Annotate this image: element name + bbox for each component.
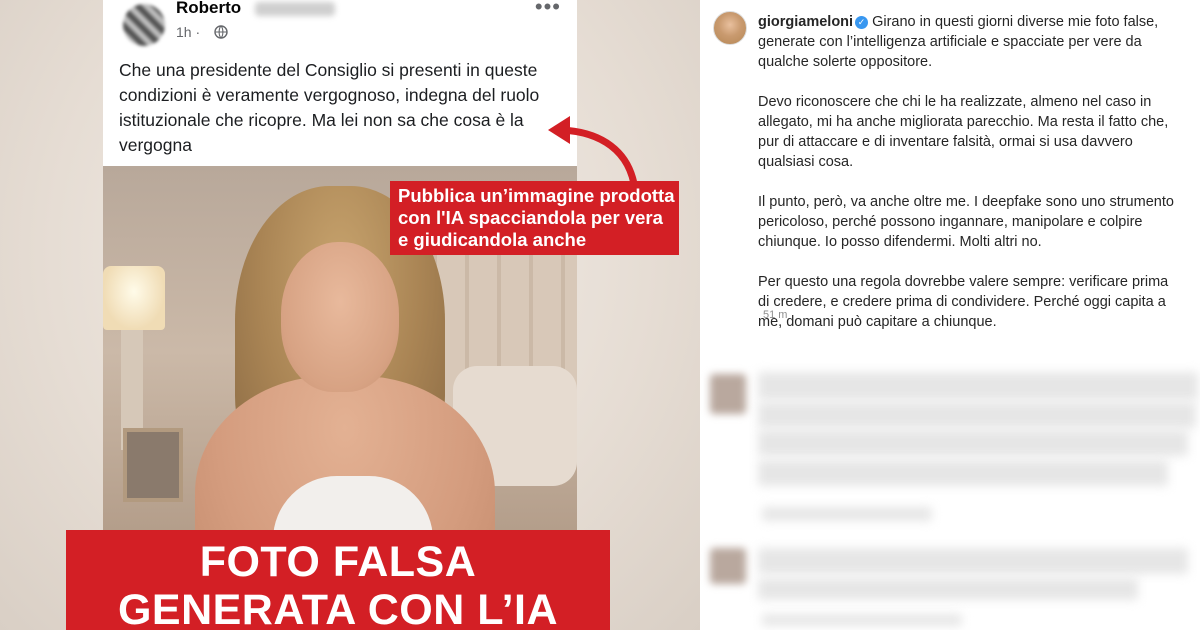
post-time[interactable]: 1h · <box>176 24 200 40</box>
comment-blurred <box>758 372 1198 400</box>
comment-blurred <box>758 430 1188 456</box>
caption-paragraph-4: Per questo una regola dovrebbe valere se… <box>758 274 1169 330</box>
author-avatar-blurred[interactable] <box>123 4 165 46</box>
comment-blurred <box>758 548 1188 574</box>
post-timestamp[interactable]: 51 m <box>763 309 787 321</box>
instagram-caption-panel: giorgiameloni ✓ Girano in questi giorni di… <box>700 0 1200 630</box>
author-surname-blurred <box>255 2 335 16</box>
more-options-icon[interactable]: ••• <box>535 0 561 20</box>
face <box>281 242 399 392</box>
fake-photo-graphic: Roberto 1h · ••• Che una presidente del … <box>0 0 700 630</box>
comment-avatar-blurred[interactable] <box>710 548 746 584</box>
profile-avatar[interactable] <box>713 11 747 45</box>
post-text: Che una presidente del Consiglio si pres… <box>119 60 540 155</box>
callout-text: Pubblica un’immagine prodotta con l'IA s… <box>398 185 675 250</box>
verified-badge-icon: ✓ <box>855 16 869 29</box>
globe-icon <box>214 25 228 39</box>
comment-blurred <box>758 402 1196 428</box>
banner-text: FOTO FALSA GENERATA CON L’IA <box>66 538 610 630</box>
comment-blurred <box>758 578 1138 600</box>
comment-meta-blurred <box>762 614 962 626</box>
post-header: Roberto 1h · ••• <box>103 0 577 52</box>
username[interactable]: giorgiameloni <box>758 14 853 30</box>
comment-avatar-blurred[interactable] <box>710 374 746 414</box>
comment-meta-blurred <box>762 507 932 521</box>
caption-paragraph-2: Devo riconoscere che chi le ha realizzat… <box>758 94 1169 170</box>
caption-paragraph-1: giorgiameloni ✓ Girano in questi giorni di… <box>758 12 1178 72</box>
caption-paragraph-3: Il punto, però, va anche oltre me. I dee… <box>758 194 1174 250</box>
banner-line-2: GENERATA CON L’IA <box>117 586 559 630</box>
photo-frame <box>123 428 183 502</box>
author-name[interactable]: Roberto <box>176 0 241 18</box>
comment-blurred <box>758 460 1168 486</box>
caption: giorgiameloni ✓ Girano in questi giorni di… <box>758 12 1178 352</box>
banner-line-1: FOTO FALSA <box>199 538 477 586</box>
lamp-shade <box>103 266 165 330</box>
